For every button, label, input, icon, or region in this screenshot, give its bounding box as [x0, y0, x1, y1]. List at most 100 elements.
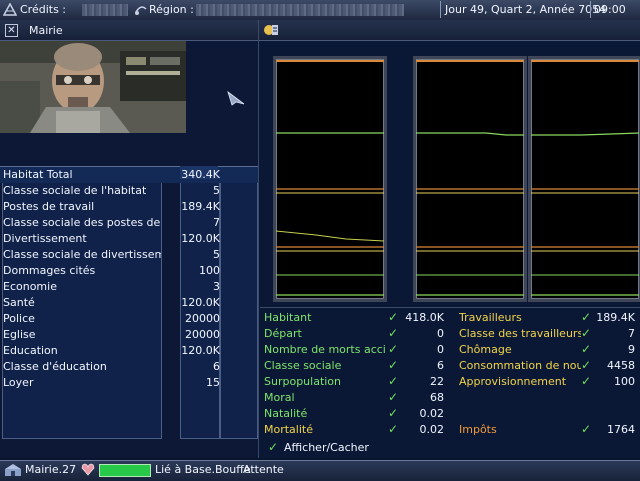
stat-label: Classe sociale de divertissement: [3, 248, 161, 261]
stat-label: Classe sociale de l'habitat: [3, 184, 147, 197]
stat-row: Police 20000: [0, 311, 258, 327]
heart-icon: [81, 463, 95, 476]
stat-value: 20000: [185, 328, 220, 341]
stat-label: Police: [3, 312, 35, 325]
stat-row: Education 120.0K: [0, 343, 258, 359]
population-stat-row: Approvisionnement ✓ 100: [459, 374, 635, 390]
population-stat-label: Natalité: [264, 407, 308, 420]
stat-label: Dommages cités: [3, 264, 96, 277]
close-icon[interactable]: ✕: [5, 24, 18, 37]
stats-divider: [260, 307, 640, 308]
population-graph-2: [413, 56, 527, 302]
stat-row: Santé 120.0K: [0, 295, 258, 311]
population-stat-row: Travailleurs ✓ 189.4K: [459, 310, 635, 326]
building-name[interactable]: Mairie.27: [25, 463, 76, 476]
population-stat-label: Habitant: [264, 311, 312, 324]
population-stat-label: Approvisionnement: [459, 375, 567, 388]
check-icon[interactable]: ✓: [581, 342, 591, 356]
population-stat-value: 22: [430, 375, 444, 388]
population-stats-right: Travailleurs ✓ 189.4K Classe des travailleu…: [459, 310, 637, 438]
population-stats-left: Habitant ✓ 418.0K Départ ✓ 0 Nombre de morts a…: [264, 310, 450, 438]
stat-row: Classe d'éducation 6: [0, 359, 258, 375]
population-stat-value: 418.0K: [405, 311, 444, 324]
credits-value-obscured: [82, 4, 128, 16]
stat-value: 15: [206, 376, 220, 389]
stat-row: Eglise 20000: [0, 327, 258, 343]
check-icon[interactable]: ✓: [581, 374, 591, 388]
population-stat-value: 0: [437, 327, 444, 340]
population-stat-row: Impôts ✓ 1764: [459, 422, 635, 438]
population-stat-value: 189.4K: [596, 311, 635, 324]
stat-value: 340.4K: [181, 168, 220, 181]
panel-title: Mairie: [29, 24, 63, 37]
population-stat-row: Surpopulation ✓ 22: [264, 374, 444, 390]
stat-row: Economie 3: [0, 279, 258, 295]
stat-value: 189.4K: [181, 200, 220, 213]
population-stat-value: 0.02: [419, 423, 445, 436]
check-icon[interactable]: ✓: [388, 342, 398, 356]
stat-row: Divertissement 120.0K: [0, 231, 258, 247]
stat-row: Classe sociale de divertissement 5: [0, 247, 258, 263]
time-box: 09:00: [590, 1, 639, 18]
population-stat-row: Moral ✓ 68: [264, 390, 444, 406]
population-stat-value: 1764: [607, 423, 635, 436]
population-stat-value: 6: [437, 359, 444, 372]
check-icon[interactable]: ✓: [388, 310, 398, 324]
cursor-arrow-icon: [226, 90, 246, 106]
stat-label: Postes de travail: [3, 200, 95, 213]
check-icon[interactable]: ✓: [581, 422, 591, 436]
population-stat-label: Impôts: [459, 423, 497, 436]
check-icon[interactable]: ✓: [388, 358, 398, 372]
population-stat-row: Consommation de nourrit✓ 4458: [459, 358, 635, 374]
population-panel-header: [259, 20, 640, 41]
stat-row: Dommages cités 100: [0, 263, 258, 279]
population-stat-row: Classe des travailleurs ✓ 7: [459, 326, 635, 342]
population-stat-row: Classe sociale ✓ 6: [264, 358, 444, 374]
stat-label: Habitat Total: [3, 168, 73, 181]
check-icon[interactable]: ✓: [581, 326, 591, 340]
credits-label: Crédits :: [20, 3, 67, 16]
population-stat-label: Classe des travailleurs: [459, 327, 581, 340]
population-graph-1: [273, 56, 387, 302]
check-icon[interactable]: ✓: [388, 422, 398, 436]
population-stat-row: Mortalité ✓ 0.02: [264, 422, 444, 438]
population-stat-row: Départ ✓ 0: [264, 326, 444, 342]
stat-label: Santé: [3, 296, 35, 309]
population-stat-label: Classe sociale: [264, 359, 342, 372]
stat-value: 120.0K: [181, 344, 220, 357]
population-stat-label: Chômage: [459, 343, 512, 356]
population-stat-label: Consommation de nourrit: [459, 359, 581, 372]
stat-row: Postes de travail 189.4K: [0, 199, 258, 215]
link-status: Lié à Base.Bouffe: [155, 463, 251, 476]
graph-toggle-icon[interactable]: [263, 23, 279, 37]
stat-value: 6: [213, 360, 220, 373]
population-stat-value: 0: [437, 343, 444, 356]
game-time: 09:00: [594, 3, 626, 16]
check-icon[interactable]: ✓: [388, 406, 398, 420]
population-stat-label: Nombre de morts acciden: [264, 343, 386, 356]
stat-value: 7: [213, 216, 220, 229]
check-icon[interactable]: ✓: [581, 358, 591, 372]
stat-label: Economie: [3, 280, 57, 293]
population-stat-value: 9: [628, 343, 635, 356]
population-stat-label: Mortalité: [264, 423, 313, 436]
credits-icon: [2, 2, 18, 16]
stat-value: 3: [213, 280, 220, 293]
check-icon[interactable]: ✓: [388, 390, 398, 404]
population-stat-row: Habitant ✓ 418.0K: [264, 310, 444, 326]
check-icon[interactable]: ✓: [581, 310, 591, 324]
check-icon[interactable]: ✓: [388, 374, 398, 388]
check-icon[interactable]: ✓: [388, 326, 398, 340]
stat-row: Classe sociale des postes de trav 7: [0, 215, 258, 231]
population-stat-label: Surpopulation: [264, 375, 342, 388]
stat-value: 5: [213, 248, 220, 261]
show-hide-label: Afficher/Cacher: [284, 441, 369, 454]
stat-label: Education: [3, 344, 58, 357]
population-stat-row: Chômage ✓ 9: [459, 342, 635, 358]
stat-label: Divertissement: [3, 232, 87, 245]
stat-label: Classe d'éducation: [3, 360, 107, 373]
stat-row: Habitat Total 340.4K: [0, 167, 258, 183]
population-stat-value: 0.02: [419, 407, 445, 420]
population-stat-value: 4458: [607, 359, 635, 372]
stat-row: Loyer 15: [0, 375, 258, 391]
